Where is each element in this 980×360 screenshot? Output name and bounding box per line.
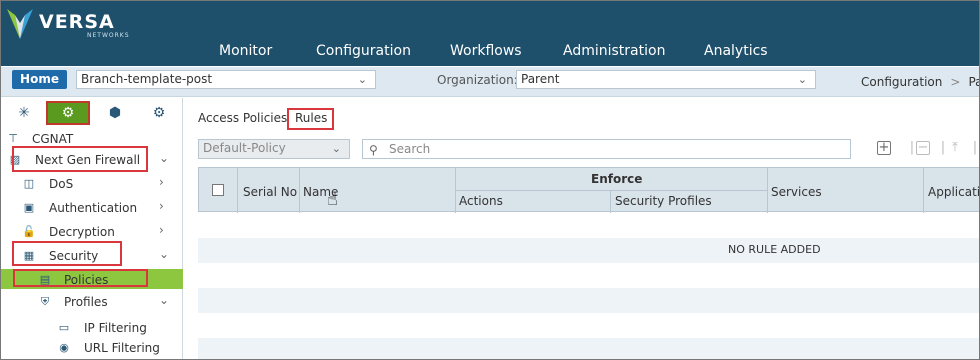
search-placeholder: Search — [389, 142, 431, 156]
column-group-enforce: Enforce — [591, 172, 643, 186]
chevron-down-icon: ⌄ — [357, 73, 367, 86]
sidebar-icon-tabs: ✳ ⚙ ⬢ ⚙ — [1, 98, 183, 128]
nav-configuration[interactable]: Configuration — [316, 43, 411, 59]
context-bar: Home Branch-template-post ⌄ Organization… — [1, 67, 979, 97]
nav-workflows[interactable]: Workflows — [450, 43, 522, 59]
policy-select-value: Default-Policy — [203, 141, 286, 155]
highlight-policies — [13, 269, 148, 287]
select-all-checkbox[interactable] — [212, 184, 224, 196]
organization-select[interactable]: Parent ⌄ — [516, 70, 816, 89]
brand-tagline: NETWORKS — [87, 32, 130, 39]
versa-logo-mark — [7, 9, 33, 39]
column-applications[interactable]: Applicatio — [928, 185, 979, 199]
chevron-down-icon: ⌄ — [797, 73, 807, 86]
sidebar-item-ip-filtering[interactable]: ▭ IP Filtering — [1, 318, 183, 338]
empty-table-message: NO RULE ADDED — [728, 243, 821, 256]
chevron-right-icon[interactable]: › — [159, 223, 164, 237]
highlight-security — [12, 241, 122, 266]
main-panel: Access Policies Rules Default-Policy ⌄ ⚲… — [184, 98, 979, 359]
brand-name: VERSA — [39, 11, 115, 33]
column-serial-no[interactable]: Serial No — [243, 185, 297, 199]
table-row — [198, 238, 979, 263]
table-row — [198, 288, 979, 313]
search-input[interactable]: ⚲ Search — [362, 139, 851, 159]
nav-monitor[interactable]: Monitor — [219, 43, 272, 59]
table-row — [198, 313, 979, 338]
network-icon[interactable]: ✳ — [11, 101, 37, 125]
chevron-down-icon: ⌄ — [331, 142, 341, 155]
nav-analytics[interactable]: Analytics — [704, 43, 768, 59]
highlight-rules-tab — [287, 108, 334, 130]
chevron-right-icon[interactable]: › — [159, 199, 164, 213]
home-button[interactable]: Home — [12, 70, 67, 89]
breadcrumb-separator: > — [950, 75, 961, 89]
column-divider — [610, 190, 611, 213]
cgnat-icon: ⊤ — [8, 132, 18, 145]
nav-administration[interactable]: Administration — [563, 43, 665, 59]
versa-logo[interactable]: VERSA NETWORKS — [7, 7, 129, 41]
table-row — [198, 338, 979, 359]
template-select[interactable]: Branch-template-post ⌄ — [76, 70, 376, 89]
chevron-down-icon[interactable]: ⌄ — [159, 293, 169, 307]
sidebar-item-label: URL Filtering — [84, 341, 160, 355]
column-security-profiles[interactable]: Security Profiles — [615, 194, 712, 208]
globe-icon: ◉ — [59, 341, 69, 354]
breadcrumb: Configuration > Pa — [861, 75, 979, 89]
highlight-next-gen-firewall — [12, 146, 148, 172]
sidebar-item-profiles[interactable]: ⛨ Profiles ⌄ — [1, 292, 183, 312]
chevron-right-icon[interactable]: › — [159, 175, 164, 189]
sidebar-item-label: CGNAT — [32, 132, 74, 146]
table-row — [198, 263, 979, 288]
sidebar-item-label: IP Filtering — [84, 321, 147, 335]
template-select-value: Branch-template-post — [81, 72, 213, 86]
column-services[interactable]: Services — [771, 185, 822, 199]
sidebar-item-dos[interactable]: ◫ DoS › — [1, 174, 183, 194]
sidebar-item-url-filtering[interactable]: ◉ URL Filtering — [1, 338, 183, 358]
tab-access-policies[interactable]: Access Policies — [198, 111, 287, 125]
gear-icon[interactable]: ⚙ — [46, 101, 90, 125]
column-divider — [923, 168, 924, 213]
sidebar-item-authentication[interactable]: ▣ Authentication › — [1, 198, 183, 218]
top-header: VERSA NETWORKS Monitor Configuration Wor… — [1, 1, 979, 66]
divider-icon: | — [972, 140, 978, 155]
column-divider — [767, 168, 768, 213]
sidebar: ✳ ⚙ ⬢ ⚙ ⊤ CGNAT ▨ Next Gen Firewall ⌄ ◫ … — [1, 98, 183, 359]
dos-icon: ◫ — [23, 177, 35, 190]
column-divider — [299, 168, 300, 213]
table-row — [198, 213, 979, 238]
group-divider — [456, 190, 767, 191]
sidebar-item-label: DoS — [49, 177, 74, 191]
rules-table-body: NO RULE ADDED — [198, 213, 979, 359]
chevron-down-icon[interactable]: ⌄ — [159, 151, 169, 165]
app-window: VERSA NETWORKS Monitor Configuration Wor… — [0, 0, 980, 360]
monitor-icon: ▭ — [58, 321, 70, 334]
table-header: Serial No Name Enforce Actions Security … — [198, 167, 979, 213]
breadcrumb-configuration[interactable]: Configuration — [861, 75, 942, 89]
chevron-down-icon[interactable]: ⌄ — [159, 247, 169, 261]
shield-icon: ⛨ — [40, 295, 50, 308]
services-icon[interactable]: ⚙ — [146, 101, 172, 125]
sidebar-item-label: Decryption — [49, 225, 115, 239]
hand-cursor-icon: ☝ — [327, 189, 338, 210]
sidebar-item-label: Authentication — [49, 201, 138, 215]
breadcrumb-next[interactable]: Pa — [968, 75, 979, 89]
column-actions[interactable]: Actions — [459, 194, 503, 208]
sidebar-item-decryption[interactable]: 🔓 Decryption › — [1, 222, 183, 242]
remove-rule-button[interactable]: − — [916, 141, 930, 155]
policy-select[interactable]: Default-Policy ⌄ — [198, 139, 350, 159]
move-top-icon[interactable]: ⤒ — [946, 139, 964, 157]
auth-icon: ▣ — [23, 201, 35, 214]
organization-label: Organization: — [437, 73, 518, 87]
lock-icon: 🔓 — [22, 225, 36, 238]
cube-icon[interactable]: ⬢ — [102, 101, 128, 125]
column-divider — [237, 168, 238, 213]
search-icon: ⚲ — [369, 143, 378, 157]
rules-toolbar: Default-Policy ⌄ ⚲ Search + | − | ⤒ | — [198, 139, 979, 161]
add-rule-button[interactable]: + — [877, 141, 891, 155]
sidebar-item-label: Profiles — [64, 295, 108, 309]
organization-select-value: Parent — [521, 72, 560, 86]
